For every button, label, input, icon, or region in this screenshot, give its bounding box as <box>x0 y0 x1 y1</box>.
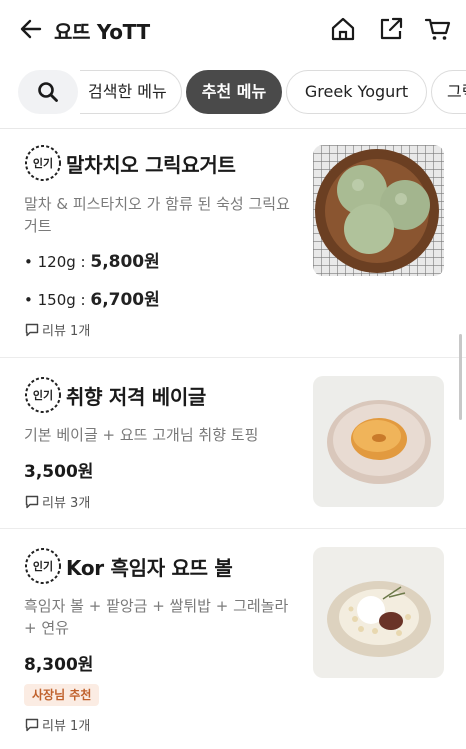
cart-icon[interactable] <box>424 15 452 43</box>
home-icon[interactable] <box>329 15 357 43</box>
price-value: 5,800원 <box>90 252 160 272</box>
menu-item[interactable]: 인기 말차치오 그릭요거트 말차 & 피스타치오 가 함류 된 숙성 그릭요거트… <box>0 129 466 357</box>
chip-searched-menu[interactable]: 검색한 메뉴 <box>80 70 182 114</box>
search-icon <box>38 82 58 102</box>
popular-badge-icon: 인기 <box>25 145 61 181</box>
item-description: 말차 & 피스타치오 가 함류 된 숙성 그릭요거트 <box>24 195 290 235</box>
svg-text:인기: 인기 <box>33 559 53 573</box>
review-count[interactable]: 리뷰 1개 <box>25 320 90 339</box>
chip-greek-yogurt[interactable]: Greek Yogurt <box>286 70 427 114</box>
item-name: 말차치오 그릭요거트 <box>66 153 236 177</box>
item-description: 기본 베이글 + 요뜨 고개님 취향 토핑 <box>24 426 259 444</box>
menu-item[interactable]: 인기 취향 저격 베이글 기본 베이글 + 요뜨 고개님 취향 토핑 3,500… <box>0 358 466 528</box>
item-description: 흑임자 볼 + 팥앙금 + 쌀튀밥 + 그레놀라 + 연유 <box>24 597 289 637</box>
black-sesame-bowl-photo <box>313 547 444 678</box>
price-size: • 120g : <box>24 253 91 271</box>
owner-recommended-badge: 사장님 추천 <box>24 684 100 706</box>
review-label: 리뷰 1개 <box>42 719 91 734</box>
comment-icon <box>25 718 39 732</box>
item-name: 취향 저격 베이글 <box>66 385 207 409</box>
page-title: 요뜨 YoTT <box>54 20 150 44</box>
item-price: 8,300원 <box>24 655 94 675</box>
scrollbar[interactable] <box>459 334 462 420</box>
item-price: 3,500원 <box>24 462 94 482</box>
review-label: 리뷰 1개 <box>42 324 91 339</box>
comment-icon <box>25 323 39 337</box>
price-size: • 150g : <box>24 291 91 309</box>
chip-greek[interactable]: 그릭 <box>431 70 466 114</box>
svg-text:인기: 인기 <box>33 388 53 402</box>
share-icon[interactable] <box>377 15 405 43</box>
comment-icon <box>25 495 39 509</box>
price-option: • 120g : 5,800원 <box>24 247 160 272</box>
menu-item[interactable]: 인기 Kor 흑임자 요뜨 볼 흑임자 볼 + 팥앙금 + 쌀튀밥 + 그레놀라… <box>0 529 466 749</box>
review-count[interactable]: 리뷰 1개 <box>25 715 90 734</box>
app-header: 요뜨 YoTT <box>0 0 466 60</box>
price-option: • 150g : 6,700원 <box>24 285 160 310</box>
price-value: 6,700원 <box>90 290 160 310</box>
review-count[interactable]: 리뷰 3개 <box>25 492 90 511</box>
chip-recommended-menu[interactable]: 추천 메뉴 <box>186 70 282 114</box>
bagel-photo <box>313 376 444 507</box>
category-chips: 검색한 메뉴 추천 메뉴 Greek Yogurt 그릭 <box>0 68 466 118</box>
item-name: Kor 흑임자 요뜨 볼 <box>66 556 233 580</box>
svg-text:인기: 인기 <box>33 156 53 170</box>
matcha-yogurt-photo <box>313 145 444 276</box>
popular-badge-icon: 인기 <box>25 548 61 584</box>
popular-badge-icon: 인기 <box>25 377 61 413</box>
review-label: 리뷰 3개 <box>42 496 91 511</box>
search-button[interactable] <box>18 70 78 114</box>
back-arrow-icon[interactable] <box>18 16 44 42</box>
